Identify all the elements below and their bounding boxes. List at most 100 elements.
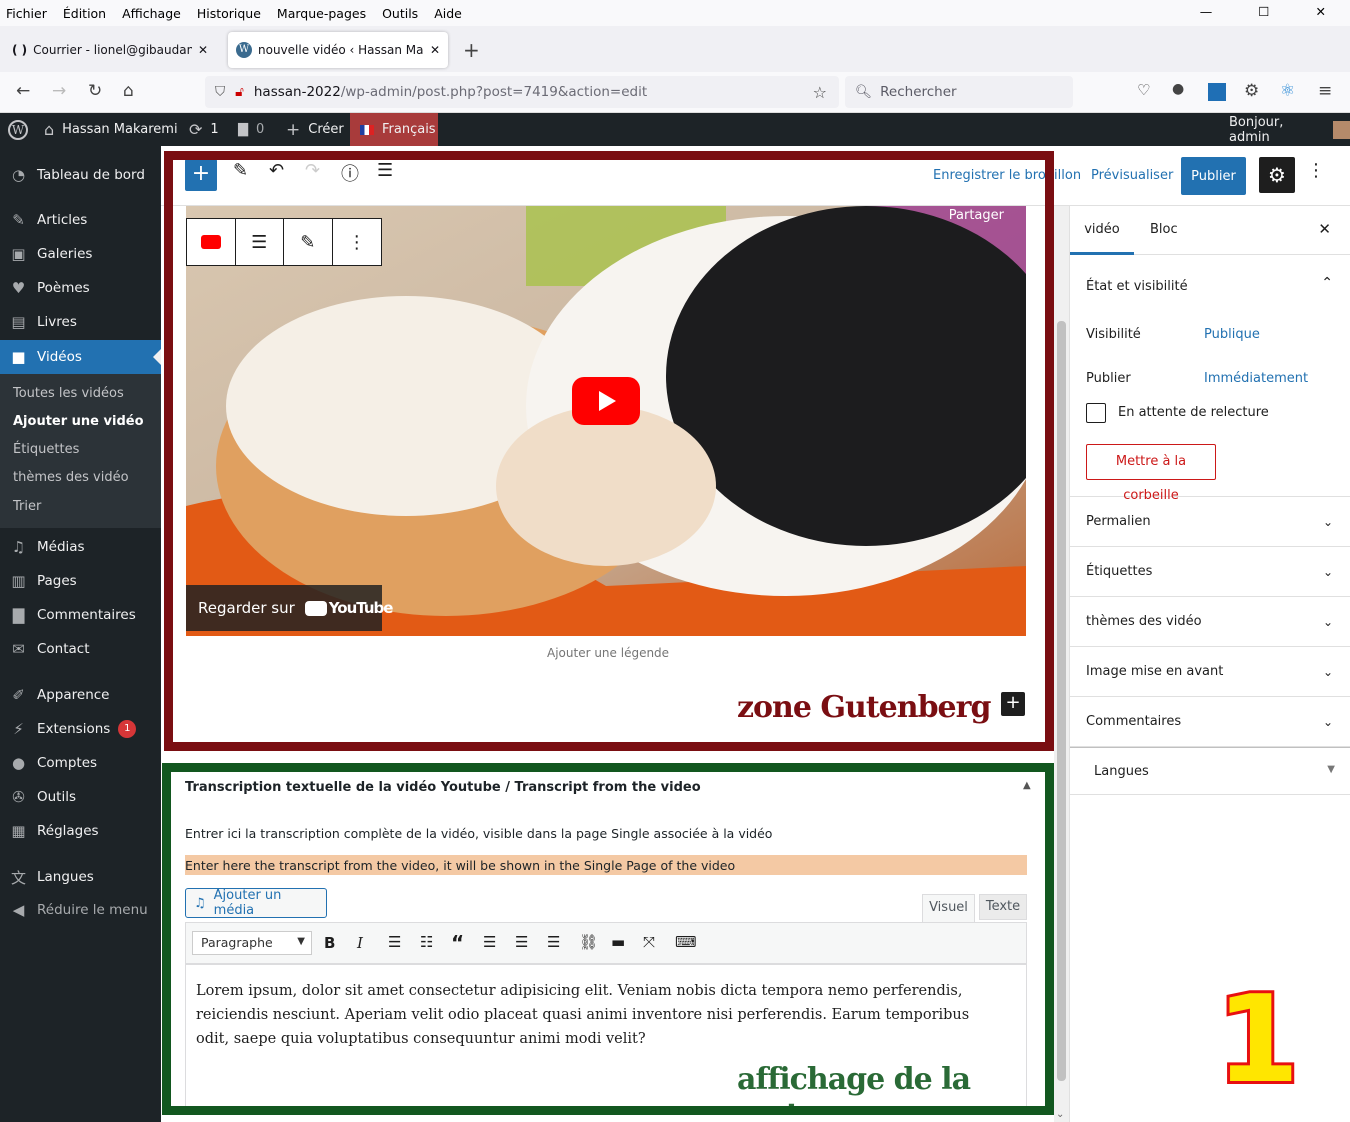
insecure-lock-icon[interactable]: 🔓︎ [235,84,244,100]
site-name-link[interactable]: ⌂ Hassan Makaremi [44,113,178,146]
wp-admin-bar: W ⌂ Hassan Makaremi ⟳ 1 ▇ 0 + Créer Français… [0,113,1350,146]
tab-block[interactable]: Bloc [1150,206,1178,255]
scrollbar-thumb[interactable] [1057,321,1066,1081]
submenu-themes[interactable]: thèmes des vidéo [13,470,129,485]
url-text[interactable]: hassan-2022/wp-admin/post.php?post=7419&… [254,84,647,100]
reload-icon[interactable]: ↻ [88,81,102,101]
create-link[interactable]: + Créer [286,113,344,146]
comments-link[interactable]: ▇ 0 [238,113,264,146]
close-icon[interactable]: ✕ [1318,220,1331,238]
menu-view[interactable]: Affichage [122,6,181,21]
menu-bookmarks[interactable]: Marque-pages [277,6,366,21]
tab-post[interactable]: vidéo [1070,206,1134,255]
close-window-button[interactable]: ✕ [1316,4,1326,19]
maximize-button[interactable]: ☐ [1258,4,1269,19]
url-bar[interactable]: ⛉ 🔓︎ hassan-2022/wp-admin/post.php?post=… [205,76,839,108]
visibility-value[interactable]: Publique [1204,327,1260,342]
panel-comments[interactable]: Commentaires ⌄ [1070,697,1350,747]
sidebar-item-poems[interactable]: ♥ Poèmes [0,271,161,305]
navigation-bar: ← → ↻ ⌂ ⛉ 🔓︎ hassan-2022/wp-admin/post.p… [0,72,1350,113]
extension-icon[interactable]: ● [1172,81,1184,97]
sidebar-item-books[interactable]: ▤ Livres [0,305,161,339]
wordpress-logo-icon[interactable]: W [8,113,28,146]
sidebar-item-articles[interactable]: ✎ Articles [0,203,161,237]
sidebar-collapse[interactable]: ◀ Réduire le menu [0,893,161,927]
pocket-icon[interactable]: ♡ [1137,81,1150,99]
bookmark-star-icon[interactable]: ☆ [813,83,827,102]
submenu-sort[interactable]: Trier [13,499,41,514]
new-tab-button[interactable]: + [463,38,480,62]
scroll-down-icon[interactable]: ⌄ [1056,1109,1064,1120]
menu-tools[interactable]: Outils [382,6,418,21]
settings-sidebar: vidéo Bloc ✕ État et visibilité ⌃ Visibi… [1069,206,1350,1122]
tab-bar: ( ) Courrier - lionel@gibaudan.com ✕ W n… [0,26,1350,72]
close-tab-icon[interactable]: ✕ [430,43,440,57]
home-icon[interactable]: ⌂ [123,81,134,101]
sidebar-item-media[interactable]: ♫ Médias [0,530,161,564]
menu-help[interactable]: Aide [434,6,462,21]
forward-icon[interactable]: → [52,81,66,101]
sidebar-item-extensions[interactable]: ⚡ Extensions 1 [0,712,161,746]
translate-icon: 文 [10,868,26,887]
chevron-up-icon[interactable]: ⌃ [1321,275,1333,291]
sidebar-item-languages[interactable]: 文 Langues [0,860,161,894]
comment-icon: ▇ [12,606,25,624]
panel-tags[interactable]: Étiquettes ⌄ [1070,547,1350,597]
sidebar-item-appearance[interactable]: ✐ Apparence [0,678,161,712]
submenu-all-videos[interactable]: Toutes les vidéos [13,386,124,401]
account-link[interactable]: Bonjour, admin [1229,113,1350,146]
close-tab-icon[interactable]: ✕ [198,43,208,57]
language-switcher[interactable]: Français [350,113,438,146]
menu-history[interactable]: Historique [197,6,261,21]
shield-icon[interactable]: ⛉ [215,84,225,100]
search-bar[interactable]: 🔍︎ Rechercher [845,76,1073,108]
settings-gear-icon[interactable]: ⚙ [1259,157,1295,193]
sidebar-item-label: Médias [37,539,85,555]
publish-button[interactable]: Publier [1181,157,1246,195]
update-badge: 1 [118,720,137,738]
pending-review-checkbox[interactable] [1086,403,1106,423]
menu-file[interactable]: Fichier [6,6,47,21]
react-icon[interactable]: ⚛ [1280,81,1295,101]
heart-icon: ♥ [11,279,26,297]
tab-mail[interactable]: ( ) Courrier - lionel@gibaudan.com ✕ [4,32,216,68]
status-panel-title[interactable]: État et visibilité [1086,279,1188,294]
plugin-icon: ⚡ [13,720,24,738]
settings-icon: ▦ [11,822,26,840]
back-icon[interactable]: ← [16,81,30,101]
languages-panel[interactable]: Langues ▼ [1070,747,1350,795]
sidebar-item-pages[interactable]: ▥ Pages [0,564,161,598]
sidebar-item-galleries[interactable]: ▣ Galeries [0,237,161,271]
editor-scrollbar[interactable]: ⌄ [1054,206,1069,1122]
gear-extension-icon[interactable]: ⚙ [1244,81,1259,101]
panel-permalink[interactable]: Permalien ⌄ [1070,497,1350,547]
submenu-add-video[interactable]: Ajouter une vidéo [13,414,144,429]
search-placeholder: Rechercher [880,84,957,100]
collapse-icon: ◀ [12,901,25,919]
dashboard-icon: ◔ [11,166,26,184]
hamburger-menu-icon[interactable]: ≡ [1318,81,1332,101]
panel-themes[interactable]: thèmes des vidéo ⌄ [1070,597,1350,647]
extension-s-icon[interactable] [1208,83,1226,101]
menu-edit[interactable]: Édition [63,6,106,21]
sidebar-item-videos[interactable]: ■ Vidéos [0,340,161,374]
tab-wordpress[interactable]: W nouvelle vidéo ‹ Hassan Makaremi ✕ [228,32,448,68]
sidebar-item-accounts[interactable]: ● Comptes [0,746,161,780]
sidebar-item-label: Réglages [37,823,99,839]
updates-link[interactable]: ⟳ 1 [189,113,219,146]
publish-date-value[interactable]: Immédiatement [1204,371,1308,386]
trash-button[interactable]: Mettre à la corbeille [1086,444,1216,503]
submenu-tags[interactable]: Étiquettes [13,442,79,457]
minimize-button[interactable]: — [1200,4,1213,19]
panel-featured-image[interactable]: Image mise en avant ⌄ [1070,647,1350,697]
sidebar-item-tools[interactable]: ✇ Outils [0,780,161,814]
more-options-icon[interactable]: ⋮ [1307,160,1325,181]
chevron-down-icon: ⌄ [1322,664,1333,679]
brush-icon: ✐ [12,686,25,704]
sidebar-item-dashboard[interactable]: ◔ Tableau de bord [0,158,161,192]
sidebar-item-comments[interactable]: ▇ Commentaires [0,598,161,632]
videos-submenu: Toutes les vidéos Ajouter une vidéo Étiq… [0,374,161,528]
sidebar-item-settings[interactable]: ▦ Réglages [0,814,161,848]
sidebar-item-contact[interactable]: ✉ Contact [0,632,161,666]
preview-button[interactable]: Prévisualiser [1091,168,1173,183]
